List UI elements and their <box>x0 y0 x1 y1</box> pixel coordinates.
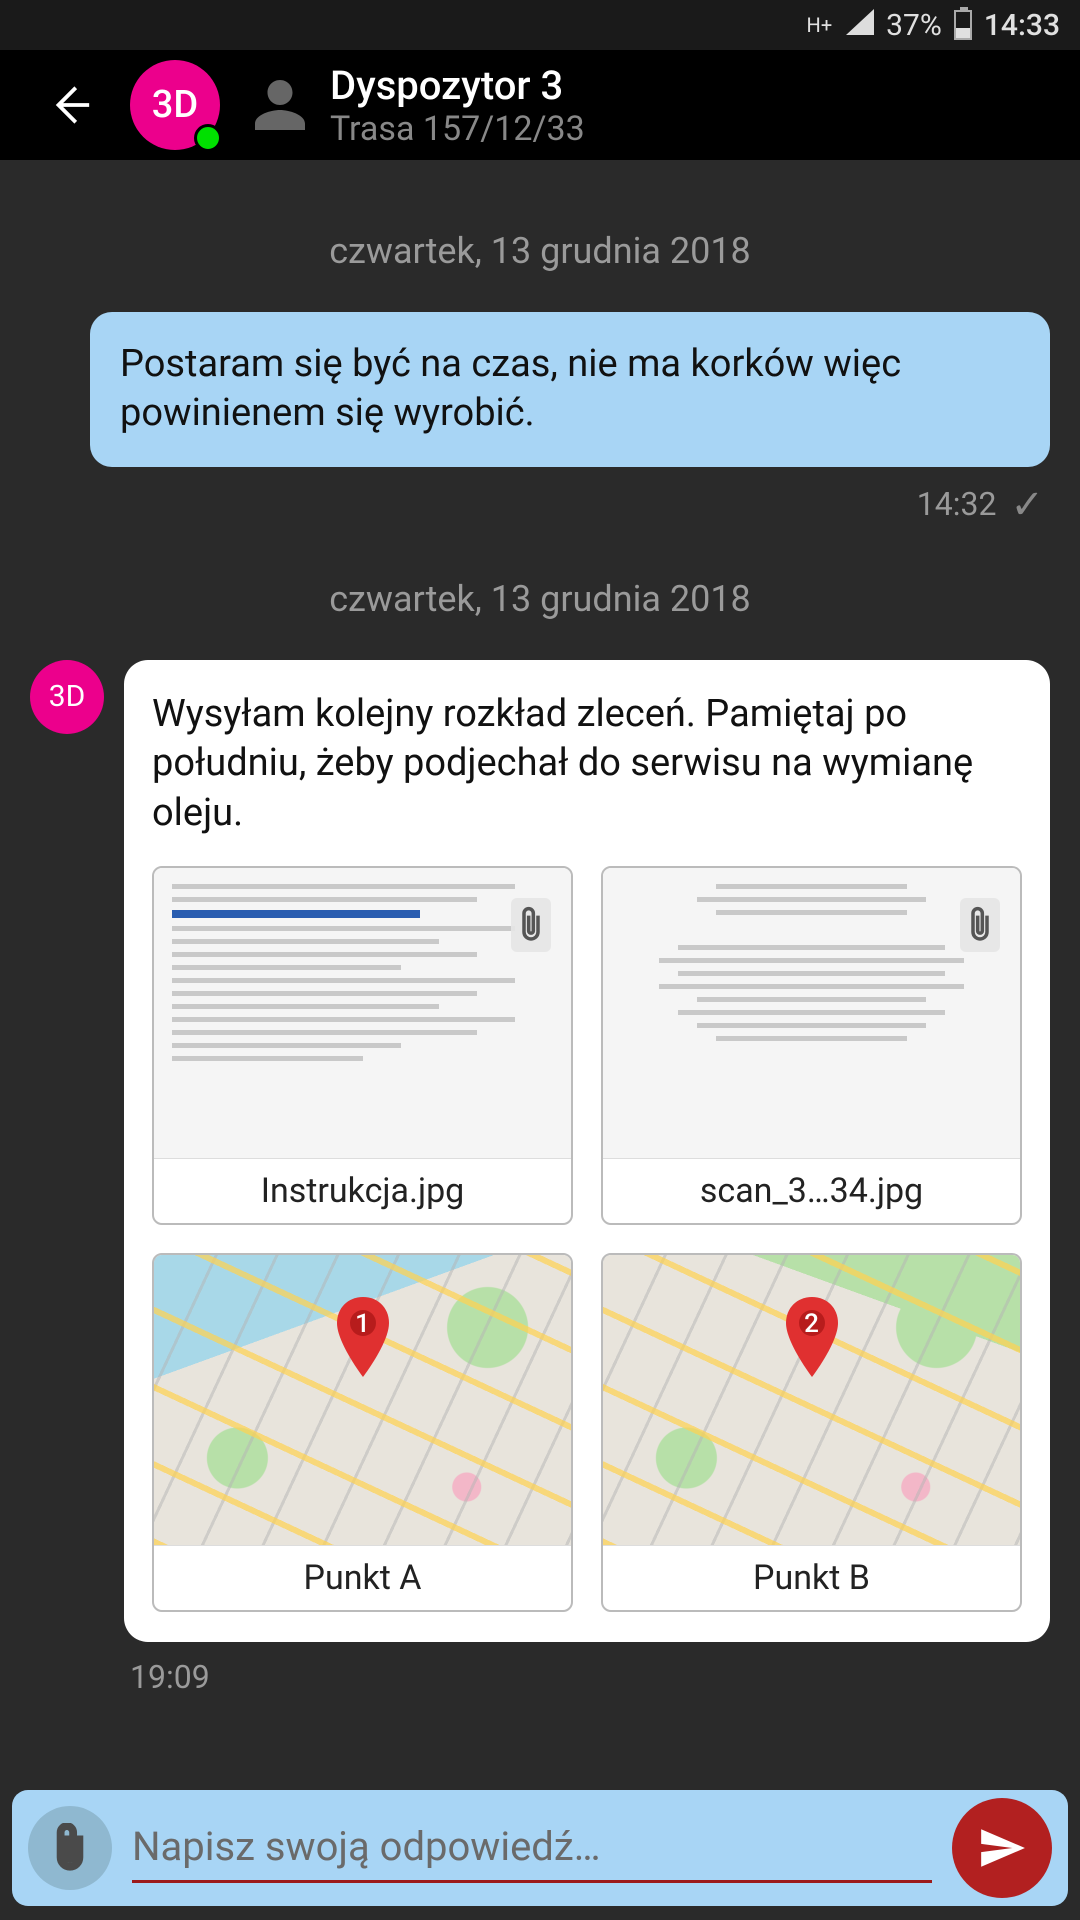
message-row-outgoing: Postaram się być na czas, nie ma korków … <box>30 312 1050 467</box>
header-titles[interactable]: Dyspozytor 3 Trasa 157/12/33 <box>330 62 585 149</box>
attachment-thumbnail <box>154 868 571 1158</box>
contact-avatar[interactable]: 3D <box>130 60 220 150</box>
message-bubble-outgoing[interactable]: Postaram się być na czas, nie ma korków … <box>90 312 1050 467</box>
map-pin-number: 1 <box>335 1309 391 1339</box>
send-icon <box>977 1823 1027 1873</box>
attachment-caption: scan_3…34.jpg <box>603 1158 1020 1223</box>
attachment-grid: Instrukcja.jpg <box>152 866 1022 1612</box>
presence-online-icon <box>194 124 222 152</box>
conversation-scroll[interactable]: czwartek, 13 grudnia 2018 Postaram się b… <box>0 160 1080 1780</box>
paperclip-icon <box>511 898 551 952</box>
attachment-doc[interactable]: Instrukcja.jpg <box>152 866 573 1225</box>
contact-name: Dyspozytor 3 <box>330 62 585 109</box>
sender-avatar[interactable]: 3D <box>30 660 104 734</box>
message-time: 19:09 <box>130 1658 1050 1696</box>
composer: Napisz swoją odpowiedź… <box>12 1790 1068 1906</box>
attachment-caption: Punkt A <box>154 1545 571 1610</box>
user-silhouette-icon <box>250 75 310 135</box>
battery-percent: 37% <box>886 8 942 43</box>
battery-icon <box>954 10 972 40</box>
contact-subtitle: Trasa 157/12/33 <box>330 109 585 149</box>
app-bar: 3D Dyspozytor 3 Trasa 157/12/33 <box>0 50 1080 160</box>
attach-button[interactable] <box>28 1806 112 1890</box>
compose-input[interactable]: Napisz swoją odpowiedź… <box>132 1813 932 1883</box>
date-separator: czwartek, 13 grudnia 2018 <box>30 230 1050 272</box>
attachment-map[interactable]: 2 Punkt B <box>601 1253 1022 1612</box>
map-pin-icon: 2 <box>784 1297 840 1377</box>
send-button[interactable] <box>952 1798 1052 1898</box>
attachment-thumbnail: 1 <box>154 1255 571 1545</box>
message-text: Postaram się być na czas, nie ma korków … <box>120 342 901 435</box>
avatar-initials: 3D <box>49 679 86 714</box>
delivered-check-icon: ✓ <box>1010 481 1044 528</box>
message-time: 14:32 <box>917 485 997 523</box>
message-bubble-incoming[interactable]: Wysyłam kolejny rozkład zleceń. Pamiętaj… <box>124 660 1050 1642</box>
message-row-incoming: 3D Wysyłam kolejny rozkład zleceń. Pamię… <box>30 660 1050 1642</box>
attachment-thumbnail: 2 <box>603 1255 1020 1545</box>
status-bar: H+ 37% 14:33 <box>0 0 1080 50</box>
paperclip-icon <box>50 1823 90 1873</box>
attachment-map[interactable]: 1 Punkt A <box>152 1253 573 1612</box>
attachment-doc[interactable]: scan_3…34.jpg <box>601 866 1022 1225</box>
signal-icon <box>844 8 874 43</box>
paperclip-icon <box>960 898 1000 952</box>
date-separator: czwartek, 13 grudnia 2018 <box>30 578 1050 620</box>
message-meta-outgoing: 14:32 ✓ <box>30 481 1044 528</box>
map-pin-icon: 1 <box>335 1297 391 1377</box>
attachment-caption: Instrukcja.jpg <box>154 1158 571 1223</box>
message-text: Wysyłam kolejny rozkład zleceń. Pamiętaj… <box>152 690 1022 838</box>
avatar-initials: 3D <box>152 83 198 127</box>
attachment-caption: Punkt B <box>603 1545 1020 1610</box>
attachment-thumbnail <box>603 868 1020 1158</box>
clock: 14:33 <box>984 8 1060 43</box>
network-indicator: H+ <box>807 15 833 35</box>
back-button[interactable] <box>40 75 100 135</box>
map-pin-number: 2 <box>784 1309 840 1339</box>
